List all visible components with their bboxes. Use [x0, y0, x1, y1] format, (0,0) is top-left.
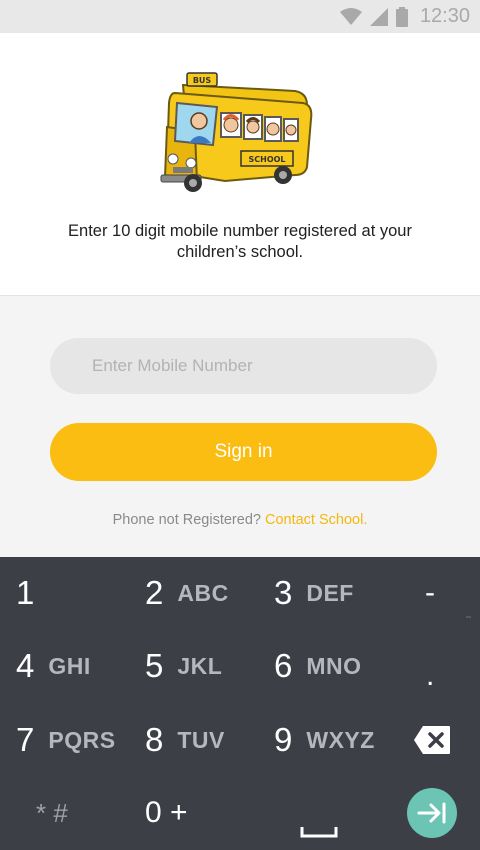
key-1[interactable]: 1 — [16, 557, 34, 629]
clock: 12:30 — [419, 5, 470, 27]
key-7[interactable]: 7 PQRS — [16, 704, 116, 776]
school-sign-text: SCHOOL — [248, 155, 285, 164]
key-8[interactable]: 8 TUV — [145, 704, 225, 776]
key-0-plus[interactable]: 0 + — [145, 777, 188, 849]
wifi-icon — [339, 7, 362, 25]
bus-sign-text: BUS — [193, 76, 212, 85]
not-registered-text: Phone not Registered? — [112, 512, 261, 528]
key-dash[interactable]: - — [425, 557, 435, 629]
key-3[interactable]: 3 DEF — [274, 557, 354, 629]
not-registered-line: Phone not Registered? Contact School. — [0, 512, 480, 528]
enter-icon — [417, 802, 446, 824]
key-2[interactable]: 2 ABC — [145, 557, 229, 629]
keyboard-edge-marker — [466, 616, 471, 618]
key-star-hash[interactable]: * # — [36, 777, 68, 849]
key-4[interactable]: 4 GHI — [16, 630, 91, 702]
mobile-number-input[interactable] — [50, 338, 437, 394]
key-6[interactable]: 6 MNO — [274, 630, 362, 702]
backspace-icon[interactable] — [413, 725, 451, 755]
signal-icon — [369, 7, 388, 26]
header-card: BUS SCHOOL Enter 10 digit mobile number … — [0, 33, 480, 296]
battery-icon — [395, 6, 408, 27]
status-bar: 12:30 — [0, 0, 480, 33]
contact-school-link[interactable]: Contact School. — [265, 512, 367, 528]
key-9[interactable]: 9 WXYZ — [274, 704, 375, 776]
enter-key[interactable] — [407, 788, 457, 838]
school-bus-illustration: BUS SCHOOL — [155, 63, 320, 193]
key-5[interactable]: 5 JKL — [145, 630, 222, 702]
space-icon[interactable] — [300, 826, 338, 838]
sign-in-button[interactable]: Sign in — [50, 423, 437, 481]
key-period[interactable]: . — [426, 640, 434, 712]
instruction-text: Enter 10 digit mobile number registered … — [68, 222, 412, 261]
